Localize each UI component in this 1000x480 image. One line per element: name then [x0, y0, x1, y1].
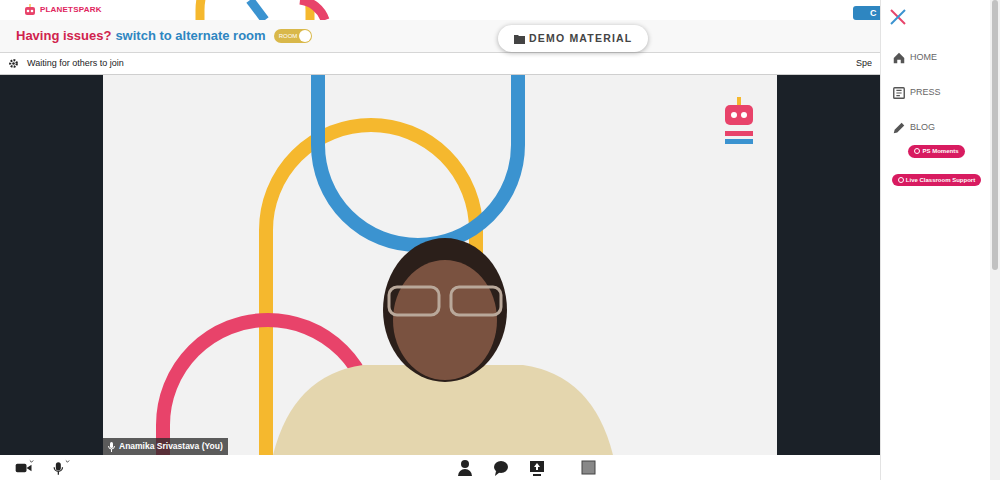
- chat-icon[interactable]: [491, 458, 511, 478]
- toolbar: [0, 455, 880, 480]
- switch-room-link[interactable]: switch to alternate room: [115, 26, 265, 46]
- app-window: PLANETSPARK C Having issues? switch to a…: [0, 0, 1000, 480]
- header: PLANETSPARK C Having issues? switch to a…: [0, 0, 880, 53]
- status-bar: Waiting for others to join Spe: [0, 53, 880, 75]
- status-text: Waiting for others to join: [27, 57, 124, 71]
- side-menu: HOME PRESS BLOG PS Moments Live Classroom S…: [880, 0, 1000, 480]
- menu-list: HOME PRESS BLOG: [881, 40, 1000, 145]
- share-screen-icon[interactable]: [527, 458, 547, 478]
- issue-text: Having issues?: [16, 26, 111, 46]
- gear-icon[interactable]: [8, 58, 19, 69]
- menu-label: PRESS: [910, 86, 941, 100]
- media-controls: [14, 458, 70, 478]
- logo-text: PLANET: [40, 5, 73, 14]
- plus-icon: [914, 148, 920, 154]
- logo-text: SPARK: [73, 5, 101, 14]
- participant-name: Anamika Srivastava (You): [119, 440, 223, 453]
- menu-label: HOME: [910, 51, 937, 65]
- demo-material-label: DEMO MATERIAL: [529, 31, 632, 47]
- scroll-thumb[interactable]: [992, 0, 998, 270]
- pill-label: Live Classroom Support: [906, 177, 975, 183]
- decoration-icon: [190, 0, 340, 20]
- classroom: PLANETSPARK C Having issues? switch to a…: [0, 0, 880, 480]
- participant-label: Anamika Srivastava (You): [103, 438, 228, 455]
- pill-button[interactable]: Live Classroom Support: [892, 174, 981, 187]
- toggle-label: ROOM: [279, 32, 298, 40]
- header-top: PLANETSPARK C: [0, 0, 880, 20]
- whiteboard-icon[interactable]: [579, 458, 599, 478]
- menu-item[interactable]: HOME: [881, 40, 1000, 75]
- mic-icon: [108, 442, 115, 452]
- room-toggle[interactable]: ROOM: [274, 29, 312, 43]
- speaker-label: Spe: [856, 57, 872, 71]
- press-icon: [892, 86, 906, 100]
- participants-icon[interactable]: [455, 458, 475, 478]
- video-frame-icon: [103, 75, 777, 455]
- video-tile: Anamika Srivastava (You): [103, 75, 777, 455]
- menu-label: BLOG: [910, 121, 935, 135]
- issue-row: Having issues? switch to alternate room …: [0, 20, 880, 52]
- video-area: Anamika Srivastava (You): [0, 75, 880, 455]
- toggle-knob: [299, 30, 311, 42]
- pill-label: PS Moments: [922, 148, 958, 154]
- folder-icon: [514, 34, 525, 44]
- robot-icon: [24, 4, 36, 16]
- menu-item[interactable]: BLOG: [881, 110, 1000, 145]
- close-row: [881, 0, 1000, 40]
- scrollbar[interactable]: [990, 0, 1000, 480]
- room-controls: [455, 458, 599, 478]
- plus-icon: [898, 177, 904, 183]
- close-icon[interactable]: [889, 8, 907, 26]
- pill-list: PS Moments Live Classroom Support: [881, 145, 1000, 186]
- logo[interactable]: PLANETSPARK: [24, 4, 102, 16]
- home-icon: [892, 51, 906, 65]
- corner-tab[interactable]: C: [853, 6, 880, 20]
- blog-icon: [892, 121, 906, 135]
- pill-button[interactable]: PS Moments: [908, 145, 964, 158]
- menu-item[interactable]: PRESS: [881, 75, 1000, 110]
- demo-material-button[interactable]: DEMO MATERIAL: [498, 25, 648, 52]
- camera-icon[interactable]: [14, 458, 34, 478]
- microphone-icon[interactable]: [50, 458, 70, 478]
